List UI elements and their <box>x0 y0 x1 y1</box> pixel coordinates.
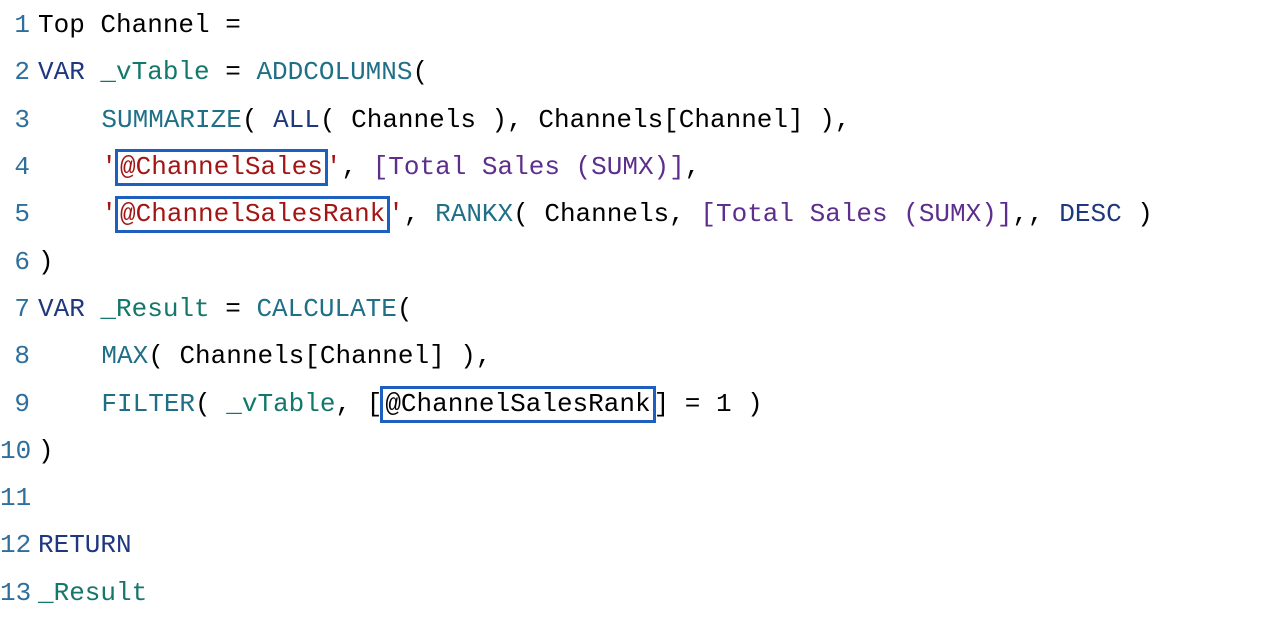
token-paren: ( <box>397 294 413 324</box>
line-number: 7 <box>0 286 38 333</box>
line-number: 3 <box>0 97 38 144</box>
code-line[interactable]: VAR _vTable = ADDCOLUMNS( <box>38 49 1281 96</box>
token-variable: _Result <box>38 578 147 608</box>
line-number: 6 <box>0 239 38 286</box>
code-line[interactable]: ) <box>38 428 1281 475</box>
token-keyword: RETURN <box>38 530 132 560</box>
token-table: Channels <box>544 199 669 229</box>
code-line[interactable] <box>38 475 1281 522</box>
highlight-box: @ChannelSalesRank <box>380 386 655 423</box>
line-number: 5 <box>0 191 38 238</box>
code-line[interactable]: '@ChannelSales', [Total Sales (SUMX)], <box>38 144 1281 191</box>
token-paren: ) <box>38 247 54 277</box>
token-column-ref: @ChannelSalesRank <box>385 389 650 419</box>
token-variable: _vTable <box>100 57 209 87</box>
token-column: Channels[Channel] <box>538 105 803 135</box>
token-table: Channels <box>351 105 476 135</box>
token-paren: ( <box>412 57 428 87</box>
line-number: 1 <box>0 2 38 49</box>
token-column: Channels[Channel] <box>179 341 444 371</box>
token-measure: [Total Sales (SUMX)] <box>700 199 1012 229</box>
token-operator: = <box>225 10 241 40</box>
code-line[interactable]: RETURN <box>38 522 1281 569</box>
code-line[interactable]: FILTER( _vTable, [@ChannelSalesRank] = 1… <box>38 381 1281 428</box>
line-number: 4 <box>0 144 38 191</box>
token-keyword: ALL <box>273 105 320 135</box>
token-string: @ChannelSalesRank <box>120 199 385 229</box>
token-keyword: DESC <box>1059 199 1121 229</box>
code-line[interactable]: Top Channel = <box>38 2 1281 49</box>
line-number: 2 <box>0 49 38 96</box>
highlight-box: @ChannelSalesRank <box>115 196 390 233</box>
token-text: Top Channel <box>38 10 225 40</box>
code-line[interactable]: '@ChannelSalesRank', RANKX( Channels, [T… <box>38 191 1281 238</box>
code-line[interactable]: VAR _Result = CALCULATE( <box>38 286 1281 333</box>
line-number: 12 <box>0 522 38 569</box>
token-measure: [Total Sales (SUMX)] <box>373 152 685 182</box>
token-function: SUMMARIZE <box>101 105 241 135</box>
token-variable: _Result <box>100 294 209 324</box>
token-keyword: VAR <box>38 57 85 87</box>
line-number: 9 <box>0 381 38 428</box>
highlight-box: @ChannelSales <box>115 149 328 186</box>
token-function: FILTER <box>101 389 195 419</box>
token-function: CALCULATE <box>256 294 396 324</box>
token-operator: = <box>210 57 257 87</box>
code-line[interactable]: _Result <box>38 570 1281 617</box>
token-function: MAX <box>101 341 148 371</box>
token-string: @ChannelSales <box>120 152 323 182</box>
token-paren: ) <box>38 436 54 466</box>
code-line[interactable]: SUMMARIZE( ALL( Channels ), Channels[Cha… <box>38 97 1281 144</box>
line-number: 13 <box>0 570 38 617</box>
token-function: RANKX <box>435 199 513 229</box>
line-number: 11 <box>0 475 38 522</box>
line-number: 10 <box>0 428 38 475</box>
code-line[interactable]: ) <box>38 239 1281 286</box>
code-line[interactable]: MAX( Channels[Channel] ), <box>38 333 1281 380</box>
token-function: ADDCOLUMNS <box>256 57 412 87</box>
token-variable: _vTable <box>226 389 335 419</box>
token-keyword: VAR <box>38 294 85 324</box>
line-number: 8 <box>0 333 38 380</box>
